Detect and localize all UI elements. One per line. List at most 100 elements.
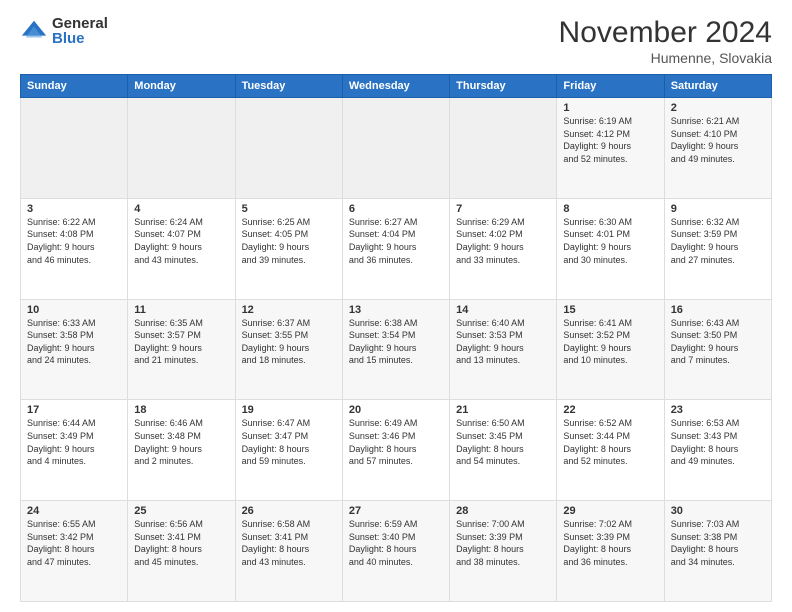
col-friday: Friday <box>557 75 664 98</box>
calendar-week-4: 17Sunrise: 6:44 AM Sunset: 3:49 PM Dayli… <box>21 400 772 501</box>
day-number: 2 <box>671 102 765 114</box>
calendar-cell: 12Sunrise: 6:37 AM Sunset: 3:55 PM Dayli… <box>235 299 342 400</box>
day-info: Sunrise: 6:40 AM Sunset: 3:53 PM Dayligh… <box>456 317 550 367</box>
day-info: Sunrise: 6:32 AM Sunset: 3:59 PM Dayligh… <box>671 216 765 266</box>
day-number: 1 <box>563 102 657 114</box>
day-number: 18 <box>134 404 228 416</box>
day-number: 10 <box>27 304 121 316</box>
calendar-cell: 6Sunrise: 6:27 AM Sunset: 4:04 PM Daylig… <box>342 198 449 299</box>
header: General Blue November 2024 Humenne, Slov… <box>20 16 772 66</box>
day-info: Sunrise: 7:00 AM Sunset: 3:39 PM Dayligh… <box>456 518 550 568</box>
day-number: 12 <box>242 304 336 316</box>
calendar-week-5: 24Sunrise: 6:55 AM Sunset: 3:42 PM Dayli… <box>21 501 772 602</box>
logo-icon <box>20 17 48 45</box>
day-number: 27 <box>349 505 443 517</box>
calendar-cell: 10Sunrise: 6:33 AM Sunset: 3:58 PM Dayli… <box>21 299 128 400</box>
calendar-cell: 13Sunrise: 6:38 AM Sunset: 3:54 PM Dayli… <box>342 299 449 400</box>
calendar-cell: 18Sunrise: 6:46 AM Sunset: 3:48 PM Dayli… <box>128 400 235 501</box>
day-number: 30 <box>671 505 765 517</box>
calendar-cell: 23Sunrise: 6:53 AM Sunset: 3:43 PM Dayli… <box>664 400 771 501</box>
page: General Blue November 2024 Humenne, Slov… <box>0 0 792 612</box>
day-number: 19 <box>242 404 336 416</box>
calendar-cell: 19Sunrise: 6:47 AM Sunset: 3:47 PM Dayli… <box>235 400 342 501</box>
calendar-week-3: 10Sunrise: 6:33 AM Sunset: 3:58 PM Dayli… <box>21 299 772 400</box>
col-tuesday: Tuesday <box>235 75 342 98</box>
month-title: November 2024 <box>559 16 772 50</box>
day-info: Sunrise: 6:50 AM Sunset: 3:45 PM Dayligh… <box>456 417 550 467</box>
day-number: 25 <box>134 505 228 517</box>
day-info: Sunrise: 6:49 AM Sunset: 3:46 PM Dayligh… <box>349 417 443 467</box>
day-number: 5 <box>242 203 336 215</box>
calendar-cell <box>21 98 128 199</box>
day-number: 20 <box>349 404 443 416</box>
day-info: Sunrise: 6:29 AM Sunset: 4:02 PM Dayligh… <box>456 216 550 266</box>
calendar-cell: 15Sunrise: 6:41 AM Sunset: 3:52 PM Dayli… <box>557 299 664 400</box>
calendar-table: Sunday Monday Tuesday Wednesday Thursday… <box>20 74 772 602</box>
day-number: 14 <box>456 304 550 316</box>
logo-text: General Blue <box>52 16 108 46</box>
calendar-cell <box>235 98 342 199</box>
calendar-cell: 4Sunrise: 6:24 AM Sunset: 4:07 PM Daylig… <box>128 198 235 299</box>
calendar-cell: 24Sunrise: 6:55 AM Sunset: 3:42 PM Dayli… <box>21 501 128 602</box>
day-info: Sunrise: 6:43 AM Sunset: 3:50 PM Dayligh… <box>671 317 765 367</box>
day-number: 28 <box>456 505 550 517</box>
col-thursday: Thursday <box>450 75 557 98</box>
day-number: 23 <box>671 404 765 416</box>
calendar-cell: 14Sunrise: 6:40 AM Sunset: 3:53 PM Dayli… <box>450 299 557 400</box>
calendar-cell: 27Sunrise: 6:59 AM Sunset: 3:40 PM Dayli… <box>342 501 449 602</box>
calendar-cell: 26Sunrise: 6:58 AM Sunset: 3:41 PM Dayli… <box>235 501 342 602</box>
calendar-cell: 25Sunrise: 6:56 AM Sunset: 3:41 PM Dayli… <box>128 501 235 602</box>
calendar-week-1: 1Sunrise: 6:19 AM Sunset: 4:12 PM Daylig… <box>21 98 772 199</box>
day-info: Sunrise: 7:03 AM Sunset: 3:38 PM Dayligh… <box>671 518 765 568</box>
logo: General Blue <box>20 16 108 46</box>
calendar-cell: 17Sunrise: 6:44 AM Sunset: 3:49 PM Dayli… <box>21 400 128 501</box>
calendar-cell: 9Sunrise: 6:32 AM Sunset: 3:59 PM Daylig… <box>664 198 771 299</box>
day-number: 7 <box>456 203 550 215</box>
calendar-cell: 20Sunrise: 6:49 AM Sunset: 3:46 PM Dayli… <box>342 400 449 501</box>
calendar-cell <box>128 98 235 199</box>
day-number: 13 <box>349 304 443 316</box>
header-row: Sunday Monday Tuesday Wednesday Thursday… <box>21 75 772 98</box>
day-info: Sunrise: 6:55 AM Sunset: 3:42 PM Dayligh… <box>27 518 121 568</box>
calendar-cell <box>342 98 449 199</box>
location: Humenne, Slovakia <box>559 50 772 66</box>
calendar-body: 1Sunrise: 6:19 AM Sunset: 4:12 PM Daylig… <box>21 98 772 602</box>
calendar-header: Sunday Monday Tuesday Wednesday Thursday… <box>21 75 772 98</box>
calendar: Sunday Monday Tuesday Wednesday Thursday… <box>20 74 772 602</box>
logo-general: General <box>52 16 108 31</box>
day-info: Sunrise: 6:21 AM Sunset: 4:10 PM Dayligh… <box>671 115 765 165</box>
calendar-cell: 7Sunrise: 6:29 AM Sunset: 4:02 PM Daylig… <box>450 198 557 299</box>
calendar-cell: 29Sunrise: 7:02 AM Sunset: 3:39 PM Dayli… <box>557 501 664 602</box>
day-info: Sunrise: 6:38 AM Sunset: 3:54 PM Dayligh… <box>349 317 443 367</box>
day-number: 8 <box>563 203 657 215</box>
day-number: 21 <box>456 404 550 416</box>
col-wednesday: Wednesday <box>342 75 449 98</box>
calendar-cell: 30Sunrise: 7:03 AM Sunset: 3:38 PM Dayli… <box>664 501 771 602</box>
day-info: Sunrise: 6:35 AM Sunset: 3:57 PM Dayligh… <box>134 317 228 367</box>
day-info: Sunrise: 7:02 AM Sunset: 3:39 PM Dayligh… <box>563 518 657 568</box>
calendar-cell: 1Sunrise: 6:19 AM Sunset: 4:12 PM Daylig… <box>557 98 664 199</box>
calendar-cell: 21Sunrise: 6:50 AM Sunset: 3:45 PM Dayli… <box>450 400 557 501</box>
calendar-week-2: 3Sunrise: 6:22 AM Sunset: 4:08 PM Daylig… <box>21 198 772 299</box>
calendar-cell: 22Sunrise: 6:52 AM Sunset: 3:44 PM Dayli… <box>557 400 664 501</box>
day-info: Sunrise: 6:22 AM Sunset: 4:08 PM Dayligh… <box>27 216 121 266</box>
day-info: Sunrise: 6:37 AM Sunset: 3:55 PM Dayligh… <box>242 317 336 367</box>
day-number: 9 <box>671 203 765 215</box>
day-info: Sunrise: 6:47 AM Sunset: 3:47 PM Dayligh… <box>242 417 336 467</box>
calendar-cell: 2Sunrise: 6:21 AM Sunset: 4:10 PM Daylig… <box>664 98 771 199</box>
day-number: 24 <box>27 505 121 517</box>
day-number: 3 <box>27 203 121 215</box>
day-number: 6 <box>349 203 443 215</box>
calendar-cell: 5Sunrise: 6:25 AM Sunset: 4:05 PM Daylig… <box>235 198 342 299</box>
day-number: 22 <box>563 404 657 416</box>
day-number: 29 <box>563 505 657 517</box>
day-number: 26 <box>242 505 336 517</box>
col-saturday: Saturday <box>664 75 771 98</box>
day-number: 16 <box>671 304 765 316</box>
day-info: Sunrise: 6:24 AM Sunset: 4:07 PM Dayligh… <box>134 216 228 266</box>
col-monday: Monday <box>128 75 235 98</box>
day-info: Sunrise: 6:59 AM Sunset: 3:40 PM Dayligh… <box>349 518 443 568</box>
logo-blue: Blue <box>52 31 108 46</box>
day-info: Sunrise: 6:52 AM Sunset: 3:44 PM Dayligh… <box>563 417 657 467</box>
day-number: 15 <box>563 304 657 316</box>
